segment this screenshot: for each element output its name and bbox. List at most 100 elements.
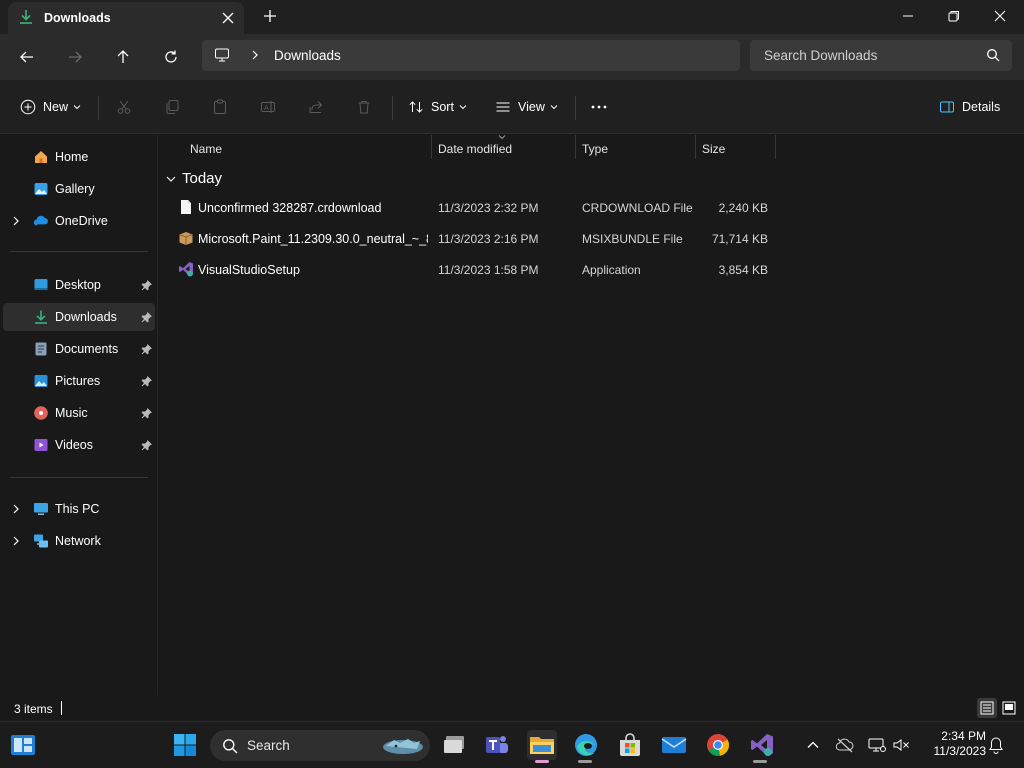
column-divider[interactable] xyxy=(575,135,576,159)
file-row[interactable]: Microsoft.Paint_11.2309.30.0_neutral_~_8… xyxy=(159,224,779,252)
sidebar-item-documents[interactable]: Documents xyxy=(3,335,155,363)
up-button[interactable] xyxy=(110,44,136,70)
sort-icon xyxy=(409,101,423,113)
sidebar-item-desktop[interactable]: Desktop xyxy=(3,271,155,299)
widgets-button[interactable] xyxy=(8,730,38,760)
search-input[interactable]: Search Downloads xyxy=(750,40,1012,71)
column-header-size[interactable]: Size xyxy=(702,135,725,161)
sidebar-item-music[interactable]: Music xyxy=(3,399,155,427)
file-explorer-button[interactable] xyxy=(527,730,557,760)
tab-downloads[interactable]: Downloads xyxy=(8,2,244,34)
status-bar: 3 items xyxy=(0,695,1024,721)
visual-studio-icon xyxy=(751,734,773,756)
restore-button[interactable] xyxy=(931,0,977,32)
details-pane-icon xyxy=(940,101,954,113)
edge-button[interactable] xyxy=(571,730,601,760)
document-icon xyxy=(181,200,191,214)
chevron-right-icon[interactable] xyxy=(10,535,22,547)
pin-icon[interactable] xyxy=(141,311,153,323)
start-button[interactable] xyxy=(170,730,200,760)
sort-button[interactable]: Sort xyxy=(408,94,467,120)
file-row[interactable]: VisualStudioSetup 11/3/2023 1:58 PM Appl… xyxy=(159,255,779,283)
divider xyxy=(575,96,576,120)
system-clock[interactable]: 2:34 PM 11/3/2023 xyxy=(920,729,987,759)
address-bar[interactable]: Downloads xyxy=(202,40,740,71)
file-type: MSIXBUNDLE File xyxy=(582,232,683,246)
volume-tray-button[interactable] xyxy=(886,730,916,760)
pin-icon[interactable] xyxy=(141,439,153,451)
package-icon xyxy=(179,232,193,245)
microsoft-store-button[interactable] xyxy=(615,730,645,760)
downloads-icon xyxy=(35,310,47,324)
chevron-down-icon xyxy=(73,105,81,110)
details-button[interactable]: Details xyxy=(939,94,1000,120)
large-icons-view-toggle[interactable] xyxy=(999,698,1019,718)
sidebar-item-home[interactable]: Home xyxy=(3,143,155,171)
sidebar-item-network[interactable]: Network xyxy=(3,527,155,555)
chevron-up-icon xyxy=(807,741,819,748)
sidebar-item-this-pc[interactable]: This PC xyxy=(3,495,155,523)
task-view-button[interactable] xyxy=(440,730,470,760)
navigation-bar: Downloads Search Downloads xyxy=(0,34,1024,80)
chrome-button[interactable] xyxy=(703,730,733,760)
sidebar-item-gallery[interactable]: Gallery xyxy=(3,175,155,203)
pin-icon[interactable] xyxy=(141,343,153,355)
pin-icon[interactable] xyxy=(141,407,153,419)
music-icon xyxy=(34,406,48,420)
pin-icon[interactable] xyxy=(141,375,153,387)
teams-button[interactable] xyxy=(482,730,512,760)
chevron-right-icon[interactable] xyxy=(248,47,262,63)
forward-button[interactable] xyxy=(62,44,88,70)
navigation-pane: Home Gallery OneDrive Desktop Downloads … xyxy=(0,135,158,695)
column-divider[interactable] xyxy=(695,135,696,159)
running-indicator xyxy=(753,760,767,763)
show-hidden-icons-button[interactable] xyxy=(798,730,828,760)
column-divider[interactable] xyxy=(431,135,432,159)
new-tab-icon[interactable] xyxy=(260,6,280,26)
cut-button[interactable] xyxy=(116,94,132,120)
taskbar-search[interactable]: Search xyxy=(210,730,430,761)
new-button[interactable]: New xyxy=(20,94,81,120)
breadcrumb-downloads[interactable]: Downloads xyxy=(274,48,341,63)
mail-button[interactable] xyxy=(659,730,689,760)
arrow-up-icon xyxy=(117,50,129,63)
plus-circle-icon xyxy=(20,99,36,115)
sidebar-item-label: Music xyxy=(55,406,88,420)
group-label: Today xyxy=(182,170,223,187)
view-button[interactable]: View xyxy=(495,94,558,120)
refresh-icon xyxy=(165,50,177,63)
refresh-button[interactable] xyxy=(158,44,184,70)
more-options-button[interactable] xyxy=(590,94,608,120)
column-divider[interactable] xyxy=(775,135,776,159)
file-row[interactable]: Unconfirmed 328287.crdownload 11/3/2023 … xyxy=(159,193,779,221)
search-icon xyxy=(987,49,1000,62)
sidebar-item-onedrive[interactable]: OneDrive xyxy=(3,207,155,235)
minimize-button[interactable] xyxy=(885,0,931,32)
restore-icon xyxy=(948,11,959,22)
delete-button[interactable] xyxy=(356,94,372,120)
visual-studio-installer-button[interactable] xyxy=(747,730,777,760)
sidebar-item-downloads[interactable]: Downloads xyxy=(3,303,155,331)
file-size: 71,714 KB xyxy=(711,232,768,246)
column-header-type[interactable]: Type xyxy=(582,135,608,161)
notifications-button[interactable] xyxy=(981,730,1011,760)
close-tab-icon[interactable] xyxy=(218,8,238,28)
back-button[interactable] xyxy=(14,44,40,70)
onedrive-tray-button[interactable] xyxy=(830,730,860,760)
chevron-right-icon[interactable] xyxy=(10,503,22,515)
column-header-name[interactable]: Name xyxy=(190,135,222,161)
chevron-right-icon[interactable] xyxy=(10,215,22,227)
close-window-button[interactable] xyxy=(977,0,1023,32)
this-pc-icon xyxy=(34,503,48,515)
paste-button[interactable] xyxy=(212,94,228,120)
sidebar-item-label: Downloads xyxy=(55,310,117,324)
details-view-toggle[interactable] xyxy=(977,698,997,718)
sidebar-item-videos[interactable]: Videos xyxy=(3,431,155,459)
sidebar-item-pictures[interactable]: Pictures xyxy=(3,367,155,395)
rename-button[interactable]: A xyxy=(260,94,276,120)
group-header-today[interactable]: Today xyxy=(165,170,222,187)
share-button[interactable] xyxy=(308,94,324,120)
pin-icon[interactable] xyxy=(141,279,153,291)
copy-button[interactable] xyxy=(164,94,180,120)
network-icon xyxy=(34,534,48,548)
